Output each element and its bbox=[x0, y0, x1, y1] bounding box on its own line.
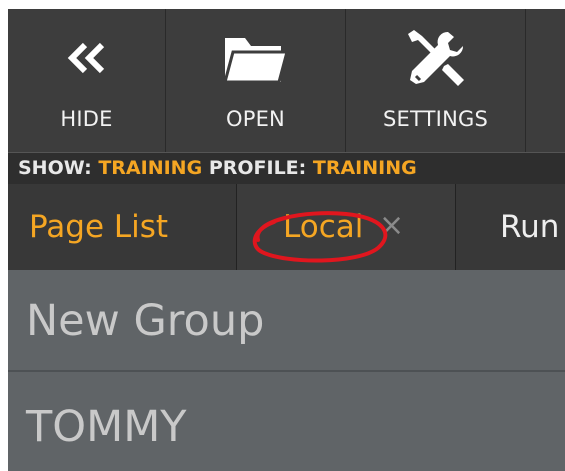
profile-label: PROFILE: bbox=[208, 157, 307, 179]
group-item-label: New Group bbox=[26, 296, 265, 346]
app-window: HIDE OPEN SETTINGS SHOW: TRAINING PROFIL… bbox=[0, 0, 565, 471]
group-list: New Group TOMMY bbox=[8, 270, 565, 471]
tab-page-list-label: Page List bbox=[29, 209, 169, 245]
show-value: TRAINING bbox=[98, 157, 203, 179]
folder-icon bbox=[166, 23, 345, 93]
group-item-tommy[interactable]: TOMMY bbox=[8, 372, 565, 471]
settings-button-label: SETTINGS bbox=[383, 107, 488, 131]
hide-button-label: HIDE bbox=[60, 107, 113, 131]
tab-bar: Page List Local × Run bbox=[8, 184, 565, 270]
open-button-label: OPEN bbox=[226, 107, 285, 131]
tab-local-label: Local bbox=[283, 209, 364, 245]
group-item-label: TOMMY bbox=[26, 402, 187, 452]
wrench-screwdriver-icon bbox=[346, 23, 525, 93]
tab-page-list[interactable]: Page List bbox=[8, 184, 237, 270]
profile-value: TRAINING bbox=[312, 157, 417, 179]
open-button[interactable]: OPEN bbox=[166, 9, 346, 152]
close-icon[interactable]: × bbox=[379, 184, 404, 268]
show-profile-status: SHOW: TRAINING PROFILE: TRAINING bbox=[8, 152, 565, 184]
tab-local[interactable]: Local × bbox=[237, 184, 456, 270]
hide-button[interactable]: HIDE bbox=[8, 9, 166, 152]
toolbar: HIDE OPEN SETTINGS bbox=[8, 9, 565, 152]
show-label: SHOW: bbox=[18, 157, 92, 179]
double-chevron-left-icon bbox=[8, 23, 165, 93]
toolbar-overflow bbox=[526, 9, 565, 152]
tab-run[interactable]: Run bbox=[456, 184, 565, 270]
tab-run-label: Run bbox=[500, 209, 560, 245]
settings-button[interactable]: SETTINGS bbox=[346, 9, 526, 152]
group-item-new-group[interactable]: New Group bbox=[8, 270, 565, 372]
